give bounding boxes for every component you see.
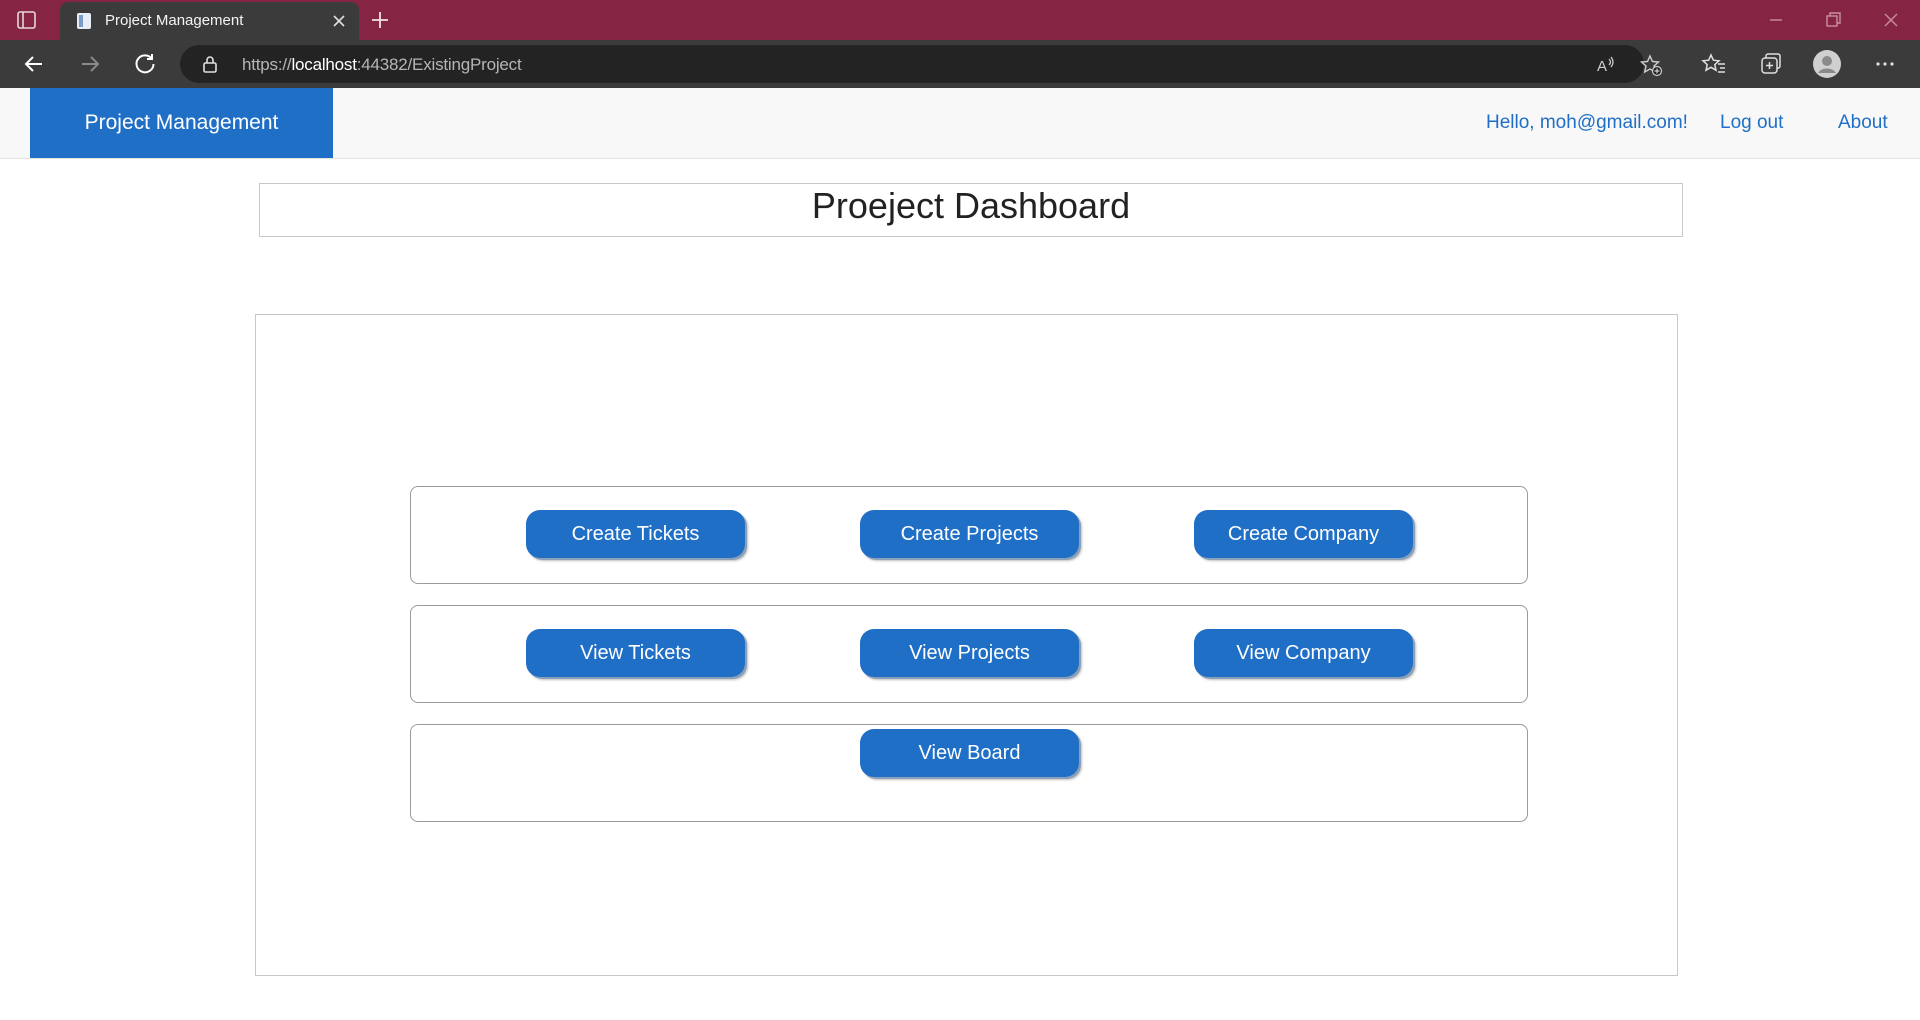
- svg-text:A: A: [1597, 58, 1607, 75]
- create-projects-button[interactable]: Create Projects: [860, 510, 1079, 558]
- view-tickets-button[interactable]: View Tickets: [526, 629, 745, 677]
- page-icon: [77, 13, 91, 29]
- url-text[interactable]: https://localhost:44382/ExistingProject: [242, 55, 522, 75]
- page-title-box: Proeject Dashboard: [259, 183, 1683, 237]
- plus-icon[interactable]: [368, 8, 392, 32]
- tab-actions-icon[interactable]: [14, 8, 40, 32]
- about-link[interactable]: About: [1838, 112, 1888, 134]
- greeting-link[interactable]: Hello, moh@gmail.com!: [1486, 112, 1688, 134]
- refresh-icon[interactable]: [131, 50, 159, 78]
- back-icon[interactable]: [20, 50, 48, 78]
- board-row: View Board: [410, 724, 1528, 822]
- browser-toolbar: https://localhost:44382/ExistingProject …: [0, 40, 1920, 88]
- page-title: Proeject Dashboard: [811, 185, 1131, 226]
- browser-tab[interactable]: Project Management: [60, 2, 359, 40]
- lock-icon[interactable]: [200, 54, 220, 74]
- read-aloud-icon[interactable]: A: [1594, 53, 1618, 77]
- view-company-button[interactable]: View Company: [1194, 629, 1413, 677]
- brand-link[interactable]: Project Management: [30, 88, 333, 158]
- more-icon[interactable]: [1871, 50, 1899, 78]
- create-row: Create Tickets Create Projects Create Co…: [410, 486, 1528, 584]
- app-navbar: Project Management Hello, moh@gmail.com!…: [0, 88, 1920, 159]
- address-bar[interactable]: https://localhost:44382/ExistingProject …: [180, 45, 1663, 83]
- close-icon[interactable]: [329, 11, 349, 31]
- forward-icon[interactable]: [76, 50, 104, 78]
- add-favorite-icon[interactable]: [1639, 53, 1663, 77]
- view-projects-button[interactable]: View Projects: [860, 629, 1079, 677]
- logout-link[interactable]: Log out: [1720, 112, 1783, 134]
- browser-tab-bar: Project Management: [0, 0, 1920, 40]
- create-company-button[interactable]: Create Company: [1194, 510, 1413, 558]
- profile-icon[interactable]: [1812, 49, 1842, 79]
- window-close-icon[interactable]: [1879, 8, 1903, 32]
- view-board-button[interactable]: View Board: [860, 729, 1079, 777]
- minimize-icon[interactable]: [1764, 8, 1788, 32]
- view-row: View Tickets View Projects View Company: [410, 605, 1528, 703]
- collections-icon[interactable]: [1757, 50, 1785, 78]
- favorites-icon[interactable]: [1700, 50, 1728, 78]
- create-tickets-button[interactable]: Create Tickets: [526, 510, 745, 558]
- restore-icon[interactable]: [1821, 8, 1845, 32]
- tab-title: Project Management: [105, 12, 244, 29]
